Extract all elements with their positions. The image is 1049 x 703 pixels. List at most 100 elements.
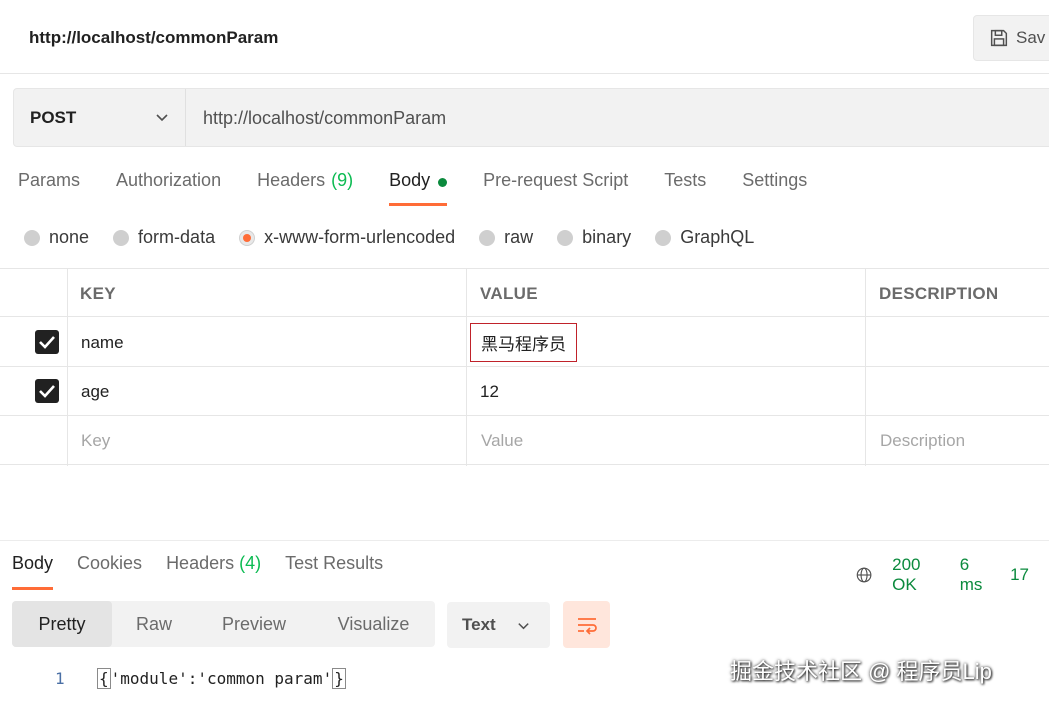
close-brace: }	[332, 668, 346, 689]
request-title[interactable]: http://localhost/commonParam	[29, 28, 278, 48]
option-label: none	[49, 227, 90, 247]
status-code[interactable]: 200 OK	[892, 555, 940, 595]
row-checkbox[interactable]	[35, 379, 59, 403]
globe-icon[interactable]	[855, 564, 873, 586]
tab-body[interactable]: Body	[389, 170, 448, 208]
headers-count: (9)	[331, 170, 354, 190]
tab-tests[interactable]: Tests	[664, 170, 706, 208]
column-header-key: KEY	[80, 283, 116, 303]
tab-response-body[interactable]: Body	[12, 553, 54, 590]
url-bar: POST	[13, 88, 1049, 147]
option-label: x-www-form-urlencoded	[264, 227, 456, 247]
tab-label: Authorization	[116, 170, 222, 190]
column-header-value: VALUE	[480, 283, 538, 303]
save-button[interactable]: Sav	[973, 15, 1049, 61]
request-title-bar: http://localhost/commonParam Sav	[0, 0, 1049, 74]
row-value-cell[interactable]: 黑马程序员	[470, 318, 577, 367]
table-row-empty: Key Value Description	[0, 416, 1049, 465]
description-placeholder[interactable]: Description	[880, 416, 965, 465]
radio-button[interactable]	[24, 229, 40, 246]
wrap-lines-button[interactable]	[563, 601, 610, 648]
radio-button[interactable]	[479, 229, 496, 246]
response-headers-count: (4)	[239, 553, 262, 573]
watermark: 掘金技术社区 @ 程序员Lip	[730, 659, 992, 684]
tab-label: Headers	[166, 553, 235, 573]
check-icon	[39, 336, 55, 349]
body-type-raw[interactable]: raw	[479, 227, 533, 248]
view-raw[interactable]: Raw	[112, 601, 196, 647]
chevron-down-icon	[518, 623, 529, 630]
tab-label: Settings	[742, 170, 808, 190]
body-type-binary[interactable]: binary	[557, 227, 631, 248]
body-type-form-data[interactable]: form-data	[113, 227, 215, 248]
tab-label: Tests	[664, 170, 707, 190]
tab-label: Cookies	[77, 553, 143, 573]
body-type-options: none form-data x-www-form-urlencoded raw…	[24, 227, 778, 248]
body-type-none[interactable]: none	[24, 227, 89, 248]
line-number: 1	[55, 669, 65, 688]
tab-authorization[interactable]: Authorization	[116, 170, 221, 208]
tab-pre-request-script[interactable]: Pre-request Script	[483, 170, 628, 208]
option-label: GraphQL	[680, 227, 755, 247]
column-divider	[67, 268, 68, 466]
code-content: 'module':'common param'	[110, 669, 333, 688]
method-label: POST	[30, 107, 77, 127]
view-preview[interactable]: Preview	[196, 601, 312, 647]
option-label: form-data	[138, 227, 216, 247]
tab-headers[interactable]: Headers (9)	[257, 170, 353, 208]
tab-label: Headers	[257, 170, 326, 190]
tab-label: Body	[12, 553, 54, 573]
save-label: Sav	[1016, 28, 1046, 47]
radio-button[interactable]	[655, 229, 672, 246]
row-value[interactable]: 12	[480, 367, 499, 416]
value-placeholder[interactable]: Value	[481, 416, 523, 465]
tab-response-cookies[interactable]: Cookies	[77, 553, 142, 589]
radio-button[interactable]	[557, 229, 574, 246]
wrap-lines-icon	[577, 617, 597, 635]
tab-label: Params	[18, 170, 81, 190]
row-key[interactable]: age	[81, 367, 109, 416]
table-header-row: KEY VALUE DESCRIPTION	[0, 268, 1049, 317]
body-type-graphql[interactable]: GraphQL	[655, 227, 754, 248]
row-value-highlighted: 黑马程序员	[470, 323, 577, 362]
table-row: age 12	[0, 367, 1049, 416]
response-divider	[0, 540, 1049, 541]
method-select[interactable]: POST	[14, 89, 186, 146]
check-icon	[39, 385, 55, 398]
option-label: binary	[582, 227, 632, 247]
view-mode-selector: Pretty Raw Preview Visualize	[12, 601, 435, 647]
view-visualize[interactable]: Visualize	[312, 601, 435, 647]
response-time[interactable]: 6 ms	[960, 555, 990, 595]
table-row: name 黑马程序员	[0, 318, 1049, 367]
row-checkbox[interactable]	[35, 330, 59, 354]
option-label: raw	[504, 227, 534, 247]
code-line[interactable]: {'module':'common param'}	[97, 668, 346, 689]
tab-response-headers[interactable]: Headers (4)	[166, 553, 261, 589]
response-size[interactable]: 17	[1010, 565, 1029, 585]
key-placeholder[interactable]: Key	[81, 416, 110, 465]
chevron-down-icon	[156, 114, 168, 122]
response-tabs: Body Cookies Headers (4) Test Results	[12, 553, 407, 590]
radio-button-selected[interactable]	[239, 229, 256, 246]
column-divider	[466, 268, 467, 466]
format-label: Text	[462, 615, 496, 634]
tab-params[interactable]: Params	[18, 170, 80, 208]
save-icon	[990, 29, 1008, 47]
request-tabs: Params Authorization Headers (9) Body Pre…	[18, 170, 843, 210]
row-key[interactable]: name	[81, 318, 124, 367]
tab-label: Pre-request Script	[483, 170, 629, 190]
tab-label: Body	[389, 170, 431, 190]
tab-label: Test Results	[285, 553, 384, 573]
column-divider	[865, 268, 866, 466]
tab-test-results[interactable]: Test Results	[285, 553, 383, 589]
radio-button[interactable]	[113, 229, 130, 246]
column-header-description: DESCRIPTION	[879, 283, 999, 303]
format-select[interactable]: Text	[447, 602, 550, 648]
view-pretty[interactable]: Pretty	[12, 601, 112, 647]
url-input[interactable]	[203, 108, 903, 129]
response-status: 200 OK 6 ms 17	[855, 555, 1049, 595]
open-brace: {	[97, 668, 111, 689]
body-type-urlencoded[interactable]: x-www-form-urlencoded	[239, 227, 455, 248]
body-indicator-dot	[438, 178, 448, 187]
tab-settings[interactable]: Settings	[742, 170, 807, 208]
